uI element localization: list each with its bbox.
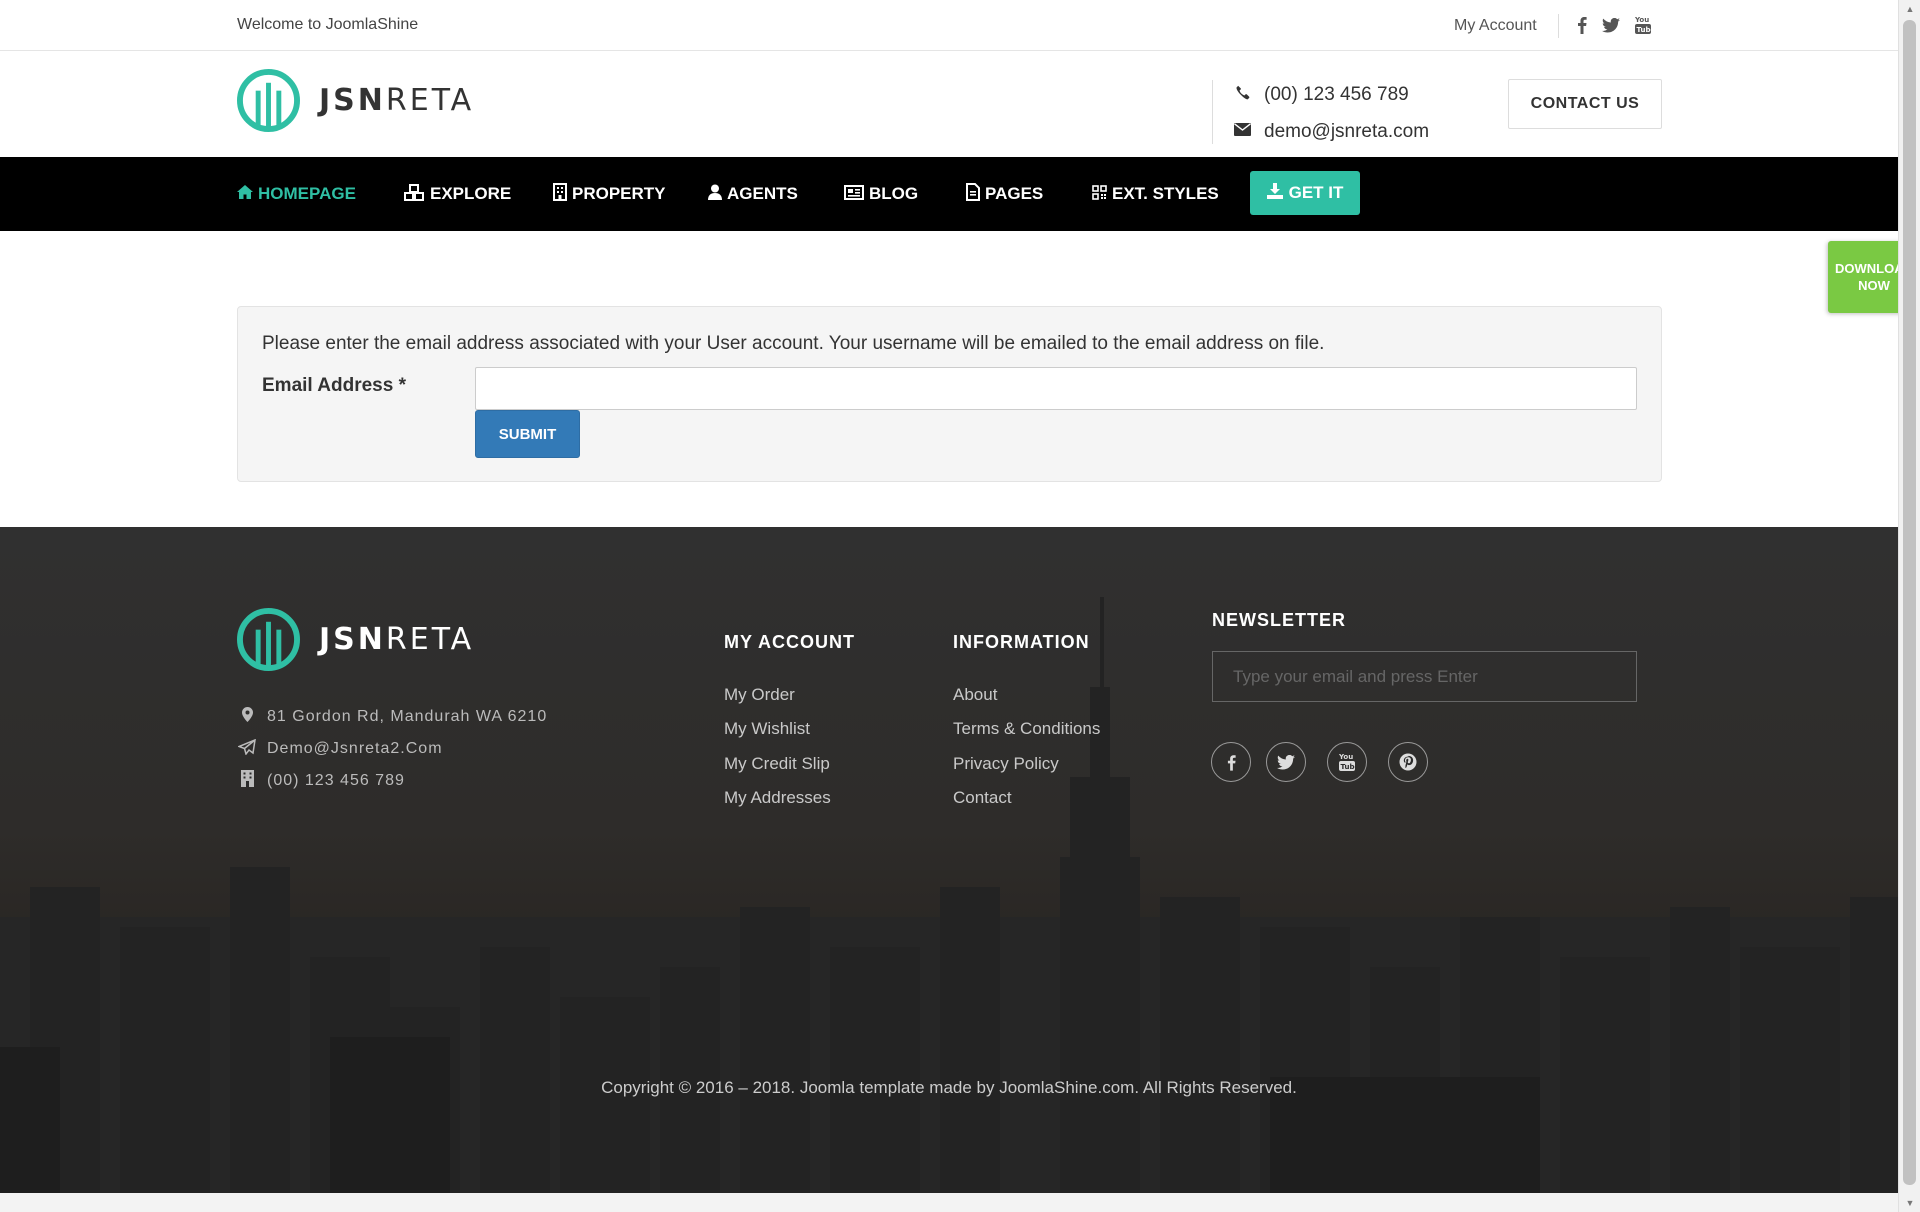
divider bbox=[1558, 14, 1559, 38]
scrollbar-thumb[interactable] bbox=[1903, 20, 1916, 1185]
footer-link-my-wishlist[interactable]: My Wishlist bbox=[724, 719, 810, 739]
scroll-down-arrow-icon[interactable]: ▼ bbox=[1899, 1194, 1920, 1212]
copyright-text: Copyright © 2016 – 2018. Joomla template… bbox=[601, 1078, 1297, 1097]
download-icon bbox=[1266, 182, 1283, 204]
building-icon bbox=[237, 770, 257, 791]
header-email: demo@jsnreta.com bbox=[1232, 121, 1429, 143]
footer-logo-text: JSNRETA bbox=[319, 622, 475, 657]
footer-address: 81 Gordon Rd, Mandurah WA 6210 bbox=[237, 707, 547, 726]
footer-email-text[interactable]: Demo@Jsnreta2.Com bbox=[267, 740, 443, 758]
nav-item-blog[interactable]: BLOG bbox=[844, 157, 918, 231]
site-header: JSNRETA (00) 123 456 789 demo@jsnreta.co… bbox=[0, 52, 1898, 157]
phone-icon bbox=[1232, 85, 1252, 105]
user-icon bbox=[708, 184, 722, 204]
footer-link-my-credit-slip[interactable]: My Credit Slip bbox=[724, 754, 830, 774]
footer-logo[interactable]: JSNRETA bbox=[237, 608, 474, 671]
file-icon bbox=[966, 183, 980, 205]
get-it-button[interactable]: GET IT bbox=[1250, 171, 1360, 215]
footer-phone-text: (00) 123 456 789 bbox=[267, 771, 405, 789]
my-account-link[interactable]: My Account bbox=[1454, 17, 1537, 35]
email-label: Email Address * bbox=[262, 375, 406, 396]
footer-newsletter-title: NEWSLETTER bbox=[1212, 610, 1346, 630]
vertical-scrollbar[interactable]: ▲ ▼ bbox=[1898, 0, 1920, 1212]
footer-phone: (00) 123 456 789 bbox=[237, 770, 405, 791]
email-input[interactable] bbox=[475, 367, 1637, 410]
download-tab-line2: NOW bbox=[1858, 278, 1890, 293]
header-phone: (00) 123 456 789 bbox=[1232, 84, 1409, 106]
site-footer: JSNRETA 81 Gordon Rd, Mandurah WA 6210 D… bbox=[0, 527, 1898, 1193]
footer-link-contact[interactable]: Contact bbox=[953, 788, 1012, 808]
svg-text:You: You bbox=[1635, 16, 1649, 24]
newsletter-email-input[interactable]: Type your email and press Enter bbox=[1212, 651, 1637, 702]
footer-email: Demo@Jsnreta2.Com bbox=[236, 738, 443, 759]
nav-item-pages[interactable]: PAGES bbox=[966, 157, 1043, 231]
page-bottom-strip bbox=[0, 1193, 1898, 1212]
footer-link-privacy[interactable]: Privacy Policy bbox=[953, 754, 1059, 774]
map-marker-icon bbox=[237, 707, 257, 726]
youtube-icon[interactable]: You Tube bbox=[1633, 14, 1653, 36]
newspaper-icon bbox=[844, 184, 864, 204]
nav-label: BLOG bbox=[869, 184, 919, 203]
nav-label: HOMEPAGE bbox=[258, 184, 356, 203]
logo-mark-icon bbox=[237, 608, 300, 671]
get-it-label: GET IT bbox=[1288, 183, 1344, 202]
remind-username-form: Please enter the email address associate… bbox=[237, 306, 1662, 482]
youtube-icon[interactable]: You Tube bbox=[1327, 742, 1367, 782]
main-navigation: HOMEPAGE EXPLORE PROPERTY AGENTS BLOG PA… bbox=[0, 157, 1898, 231]
nav-label: PROPERTY bbox=[572, 184, 666, 203]
facebook-icon[interactable] bbox=[1572, 14, 1592, 36]
footer-my-account-title: MY ACCOUNT bbox=[724, 632, 855, 652]
cubes-icon bbox=[404, 183, 425, 205]
paper-plane-icon bbox=[236, 738, 257, 759]
svg-text:You: You bbox=[1339, 753, 1353, 761]
footer-link-terms[interactable]: Terms & Conditions bbox=[953, 719, 1100, 739]
nav-label: EXT. STYLES bbox=[1112, 184, 1219, 203]
qrcode-icon bbox=[1092, 184, 1107, 204]
nav-item-property[interactable]: PROPERTY bbox=[553, 157, 666, 231]
pinterest-icon[interactable] bbox=[1388, 742, 1428, 782]
nav-label: EXPLORE bbox=[430, 184, 512, 203]
svg-text:Tube: Tube bbox=[1637, 26, 1652, 34]
nav-label: AGENTS bbox=[727, 184, 798, 203]
svg-text:Tube: Tube bbox=[1341, 763, 1356, 771]
nav-label: PAGES bbox=[985, 184, 1044, 203]
scroll-up-arrow-icon[interactable]: ▲ bbox=[1899, 0, 1920, 18]
building-icon bbox=[553, 183, 567, 205]
home-icon bbox=[237, 185, 253, 203]
submit-button[interactable]: SUBMIT bbox=[475, 410, 580, 458]
nav-item-ext-styles[interactable]: EXT. STYLES bbox=[1092, 157, 1219, 231]
nav-item-agents[interactable]: AGENTS bbox=[708, 157, 798, 231]
logo-text: JSNRETA bbox=[319, 83, 475, 118]
header-contact-info: (00) 123 456 789 demo@jsnreta.com bbox=[1212, 80, 1429, 144]
twitter-icon[interactable] bbox=[1601, 14, 1621, 36]
nav-item-explore[interactable]: EXPLORE bbox=[404, 157, 511, 231]
nav-item-homepage[interactable]: HOMEPAGE bbox=[237, 157, 356, 231]
facebook-icon[interactable] bbox=[1211, 742, 1251, 782]
footer-link-my-order[interactable]: My Order bbox=[724, 685, 795, 705]
site-logo[interactable]: JSNRETA bbox=[237, 69, 474, 132]
welcome-text: Welcome to JoomlaShine bbox=[237, 16, 419, 33]
footer-address-text: 81 Gordon Rd, Mandurah WA 6210 bbox=[267, 707, 548, 725]
form-intro-text: Please enter the email address associate… bbox=[262, 333, 1325, 354]
footer-information-title: INFORMATION bbox=[953, 632, 1090, 652]
header-phone-text: (00) 123 456 789 bbox=[1264, 84, 1409, 105]
logo-mark-icon bbox=[237, 69, 300, 132]
footer-link-my-addresses[interactable]: My Addresses bbox=[724, 788, 831, 808]
footer-link-about[interactable]: About bbox=[953, 685, 997, 705]
twitter-icon[interactable] bbox=[1266, 742, 1306, 782]
contact-us-button[interactable]: CONTACT US bbox=[1508, 79, 1662, 129]
envelope-icon bbox=[1232, 123, 1252, 141]
header-email-text[interactable]: demo@jsnreta.com bbox=[1264, 121, 1429, 143]
top-bar: Welcome to JoomlaShine My Account You Tub… bbox=[0, 0, 1898, 51]
